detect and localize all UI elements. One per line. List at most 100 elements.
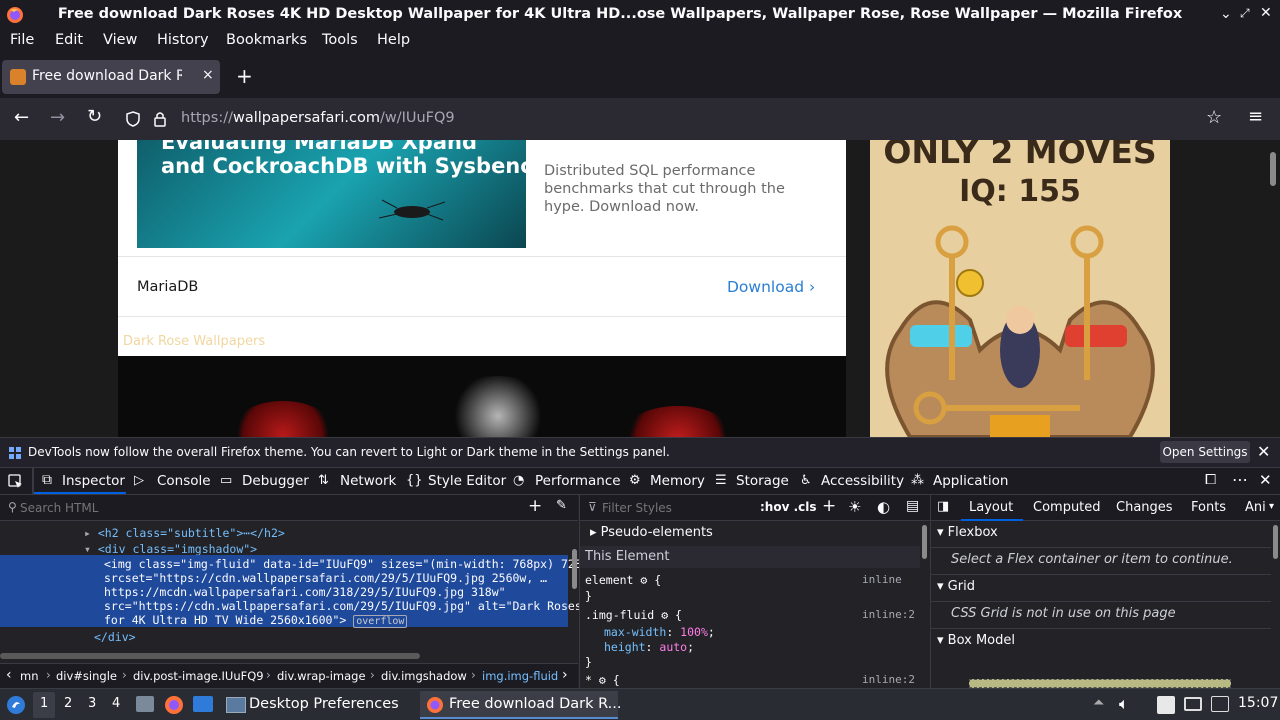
task-firefox[interactable]: Free download Dark R... <box>420 691 622 719</box>
clipboard-icon[interactable] <box>1157 696 1175 714</box>
filter-styles-input[interactable] <box>602 499 752 517</box>
print-media-icon[interactable]: ▤ <box>906 498 919 514</box>
dark-theme-icon[interactable]: ◐ <box>877 498 890 516</box>
markup-horizontal-scrollbar[interactable] <box>0 653 420 659</box>
breadcrumb-item[interactable]: div.wrap-image <box>277 669 366 683</box>
hamburger-menu-icon[interactable]: ≡ <box>1248 106 1263 127</box>
open-settings-button[interactable]: Open Settings <box>1160 441 1250 463</box>
task-desktop-preferences[interactable]: Desktop Preferences <box>220 691 416 719</box>
eyedropper-icon[interactable]: ✎ <box>556 498 567 513</box>
dock-side-icon[interactable]: ⧠ <box>1205 472 1216 488</box>
file-manager-icon[interactable] <box>136 696 154 712</box>
new-tab-icon[interactable]: + <box>236 64 253 88</box>
reload-icon[interactable]: ↻ <box>87 106 102 127</box>
close-window-icon[interactable]: ✕ <box>1260 5 1272 21</box>
breadcrumb-right-icon[interactable]: › <box>562 667 568 683</box>
rules-scrollbar[interactable] <box>922 525 927 559</box>
breadcrumb-item[interactable]: mn <box>20 669 39 683</box>
show-desktop-icon[interactable] <box>193 696 213 712</box>
menu-file[interactable]: File <box>10 32 34 48</box>
menu-bookmarks[interactable]: Bookmarks <box>226 32 307 48</box>
menu-view[interactable]: View <box>103 32 137 48</box>
workspace-3[interactable]: 3 <box>88 696 96 711</box>
browser-tab[interactable]: Free download Dark Roses × <box>2 60 220 94</box>
selected-node[interactable]: <img class="img-fluid" data-id="IUuFQ9" … <box>0 555 589 628</box>
rule-source[interactable]: inline:2 <box>862 673 915 686</box>
url-text[interactable]: https://wallpapersafari.com/w/IUuFQ9 <box>181 110 455 126</box>
search-html-input[interactable] <box>20 499 500 517</box>
network-tray-icon[interactable] <box>1211 696 1229 712</box>
tab-storage[interactable]: Storage <box>736 473 789 489</box>
tab-computed[interactable]: Computed <box>1033 500 1101 515</box>
ad-download-link[interactable]: Download › <box>727 278 815 296</box>
firefox-launcher-icon[interactable] <box>164 695 184 715</box>
menu-edit[interactable]: Edit <box>55 32 83 48</box>
ad-image[interactable]: Evaluating MariaDB Xpand and CockroachDB… <box>137 140 526 248</box>
tab-application[interactable]: Application <box>933 473 1008 489</box>
workspace-1[interactable]: 1 <box>33 692 55 718</box>
more-options-icon[interactable]: ⋯ <box>1232 470 1248 489</box>
layout-scrollbar[interactable] <box>1273 525 1278 559</box>
light-theme-icon[interactable]: ☀ <box>848 498 861 516</box>
tab-accessibility[interactable]: Accessibility <box>821 473 904 489</box>
element-picker-icon[interactable] <box>8 474 24 490</box>
back-icon[interactable]: ← <box>14 107 29 128</box>
workspace-2[interactable]: 2 <box>64 696 72 711</box>
menu-tools[interactable]: Tools <box>322 32 358 48</box>
rule-source[interactable]: inline:2 <box>862 608 915 621</box>
page-scrollbar[interactable] <box>1270 152 1276 186</box>
markup-closing-div[interactable]: </div> <box>94 630 136 644</box>
display-icon[interactable] <box>1184 697 1202 711</box>
hov-cls-toggle[interactable]: :hov .cls <box>760 500 817 514</box>
tab-animations[interactable]: Ani <box>1245 500 1266 515</box>
rule-element[interactable]: element ⚙ { <box>585 573 661 587</box>
breadcrumb-left-icon[interactable]: ‹ <box>6 667 12 683</box>
breadcrumb-item[interactable]: div.imgshadow <box>381 669 467 683</box>
menu-help[interactable]: Help <box>377 32 410 48</box>
lock-icon[interactable] <box>154 111 166 127</box>
breadcrumb-item-current[interactable]: img.img-fluid <box>482 669 558 683</box>
workspace-4[interactable]: 4 <box>112 696 120 711</box>
pseudo-elements-toggle[interactable]: ▸ Pseudo-elements <box>590 525 713 540</box>
close-notice-icon[interactable]: ✕ <box>1257 442 1270 461</box>
bookmark-star-icon[interactable]: ☆ <box>1206 107 1222 128</box>
close-tab-icon[interactable]: × <box>202 67 214 83</box>
tab-inspector[interactable]: ⧉ Inspector <box>34 468 126 494</box>
box-model-margin[interactable] <box>969 679 1231 688</box>
tab-debugger[interactable]: Debugger <box>242 473 309 489</box>
markup-line-div[interactable]: ▾ <div class="imgshadow"> <box>84 542 257 556</box>
tab-layout[interactable]: Layout <box>961 495 1023 521</box>
markup-scrollbar[interactable] <box>572 549 577 589</box>
box-model-section-header[interactable]: ▾ Box Model <box>937 633 1015 648</box>
tab-console[interactable]: Console <box>157 473 211 489</box>
tab-changes[interactable]: Changes <box>1116 500 1173 515</box>
rule-img-fluid[interactable]: .img-fluid ⚙ { <box>585 608 682 622</box>
tray-up-icon[interactable]: ⏶ <box>1093 695 1104 711</box>
breadcrumb-item[interactable]: div#single <box>56 669 117 683</box>
url-bar[interactable]: https://wallpapersafari.com/w/IUuFQ9 ☆ <box>118 103 1240 135</box>
declaration-max-width[interactable]: max-width: 100%; <box>604 625 715 639</box>
tab-fonts[interactable]: Fonts <box>1191 500 1226 515</box>
tab-performance[interactable]: Performance <box>535 473 621 489</box>
tab-network[interactable]: Network <box>340 473 396 489</box>
tabs-overflow-icon[interactable]: ▾ <box>1269 501 1274 512</box>
flexbox-section-header[interactable]: ▾ Flexbox <box>937 525 998 540</box>
start-menu-icon[interactable] <box>6 695 26 715</box>
tab-style-editor[interactable]: Style Editor <box>428 473 506 489</box>
declaration-height[interactable]: height: auto; <box>604 640 694 654</box>
add-node-icon[interactable]: + <box>528 496 542 516</box>
add-rule-icon[interactable]: + <box>822 496 836 516</box>
tab-memory[interactable]: Memory <box>650 473 705 489</box>
breadcrumb-item[interactable]: div.post-image.IUuFQ9 <box>133 669 264 683</box>
sidebar-toggle-icon[interactable]: ◨ <box>937 499 949 514</box>
forward-icon[interactable]: → <box>50 107 65 128</box>
minimize-icon[interactable]: ⌄ <box>1220 6 1232 22</box>
overflow-badge[interactable]: overflow <box>353 615 408 628</box>
shield-icon[interactable] <box>126 111 140 127</box>
ad-banner[interactable]: Evaluating MariaDB Xpand and CockroachDB… <box>118 140 846 356</box>
volume-icon[interactable]: 🔈︎ <box>1119 694 1129 714</box>
grid-section-header[interactable]: ▾ Grid <box>937 579 975 594</box>
rule-star[interactable]: * ⚙ { <box>585 673 620 687</box>
rule-source[interactable]: inline <box>862 573 902 586</box>
side-ad[interactable]: ONLY 2 MOVES IQ: 155 <box>870 140 1170 437</box>
